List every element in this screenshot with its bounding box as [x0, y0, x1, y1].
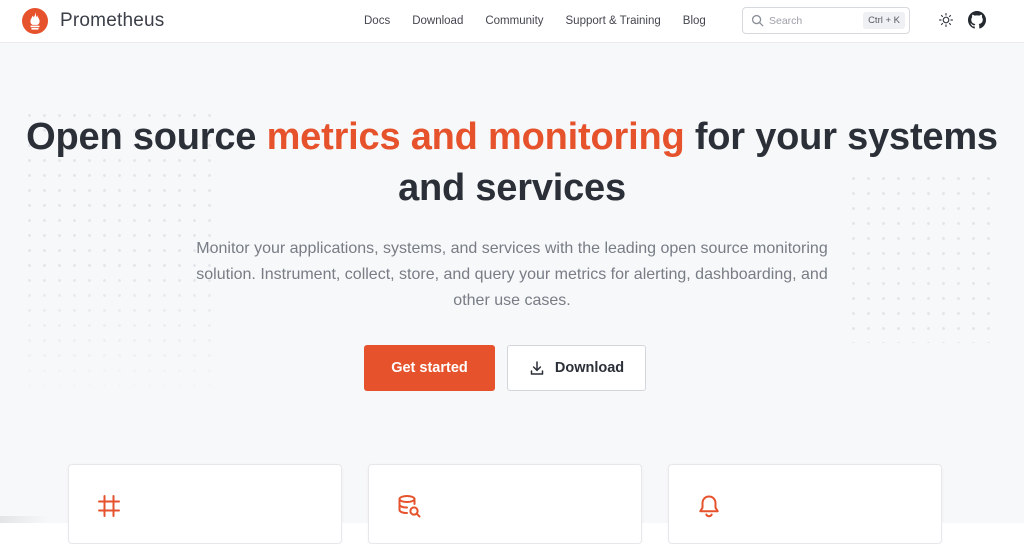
feature-card-1 — [68, 464, 342, 544]
nav-item-docs[interactable]: Docs — [364, 13, 390, 29]
headline-part-1: Open source — [26, 116, 267, 158]
nav-item-community[interactable]: Community — [485, 13, 543, 29]
grid-hash-icon — [98, 495, 120, 517]
download-button[interactable]: Download — [507, 345, 646, 391]
edge-shadow — [0, 516, 48, 523]
search-input[interactable] — [769, 12, 853, 30]
feature-card-2 — [368, 464, 642, 544]
prometheus-flame-icon — [22, 8, 48, 34]
brand-name: Prometheus — [60, 10, 165, 31]
database-search-icon — [398, 495, 421, 518]
main-nav: Docs Download Community Support & Traini… — [364, 13, 728, 29]
search-icon — [751, 14, 764, 27]
headline-accent: metrics and monitoring — [266, 116, 685, 158]
bell-icon — [699, 495, 719, 518]
search-box[interactable]: Ctrl + K — [742, 7, 910, 34]
github-icon[interactable] — [968, 11, 986, 29]
sun-icon[interactable] — [938, 12, 954, 28]
get-started-button[interactable]: Get started — [364, 345, 495, 391]
hero-subtitle: Monitor your applications, systems, and … — [196, 240, 828, 309]
nav-item-download[interactable]: Download — [412, 13, 463, 29]
nav-item-blog[interactable]: Blog — [683, 13, 706, 29]
site-header: Prometheus Docs Download Community Suppo… — [0, 0, 1024, 43]
nav-item-support-training[interactable]: Support & Training — [566, 13, 661, 29]
download-button-label: Download — [554, 360, 625, 376]
download-icon — [530, 361, 544, 375]
search-shortcut-badge: Ctrl + K — [863, 12, 905, 29]
feature-card-3 — [668, 464, 942, 544]
brand-logo-link[interactable]: Prometheus — [22, 8, 164, 34]
hero-headline: Open source metrics and monitoring for y… — [0, 112, 1024, 214]
